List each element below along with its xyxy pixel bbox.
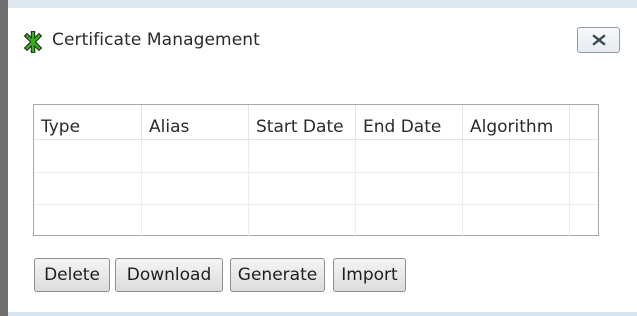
- table-cell: [142, 140, 249, 172]
- table-cell: [356, 172, 463, 204]
- column-header-filler: [570, 105, 598, 139]
- table-row[interactable]: [34, 204, 598, 236]
- table-cell: [142, 172, 249, 204]
- delete-button[interactable]: Delete: [34, 258, 110, 292]
- column-header-alias[interactable]: Alias: [142, 105, 249, 139]
- close-icon: [591, 34, 606, 46]
- table-cell: [356, 204, 463, 236]
- certificate-table[interactable]: Type Alias Start Date End Date Algorithm: [33, 104, 599, 236]
- table-cell: [463, 204, 570, 236]
- table-cell: [356, 140, 463, 172]
- table-cell: [142, 204, 249, 236]
- dialog-window: Certificate Management Type Alias Start …: [0, 0, 637, 316]
- table-cell: [34, 172, 142, 204]
- import-button[interactable]: Import: [333, 258, 406, 292]
- close-button[interactable]: [577, 27, 620, 53]
- window-title: Certificate Management: [52, 30, 260, 50]
- table-cell: [34, 204, 142, 236]
- column-header-end-date[interactable]: End Date: [356, 105, 463, 139]
- window-bottom-border: [8, 312, 637, 316]
- column-header-algorithm[interactable]: Algorithm: [463, 105, 570, 139]
- generate-button[interactable]: Generate: [230, 258, 325, 292]
- certificate-app-icon: [22, 31, 44, 53]
- table-cell: [463, 140, 570, 172]
- table-cell: [249, 172, 356, 204]
- download-button[interactable]: Download: [115, 258, 223, 292]
- table-row[interactable]: [34, 140, 598, 173]
- table-cell: [249, 204, 356, 236]
- table-cell: [34, 140, 142, 172]
- window-left-border: [0, 0, 8, 316]
- table-cell: [463, 172, 570, 204]
- column-header-start-date[interactable]: Start Date: [249, 105, 356, 139]
- table-header: Type Alias Start Date End Date Algorithm: [34, 105, 598, 140]
- table-row[interactable]: [34, 172, 598, 205]
- column-header-type[interactable]: Type: [34, 105, 142, 139]
- table-cell: [249, 140, 356, 172]
